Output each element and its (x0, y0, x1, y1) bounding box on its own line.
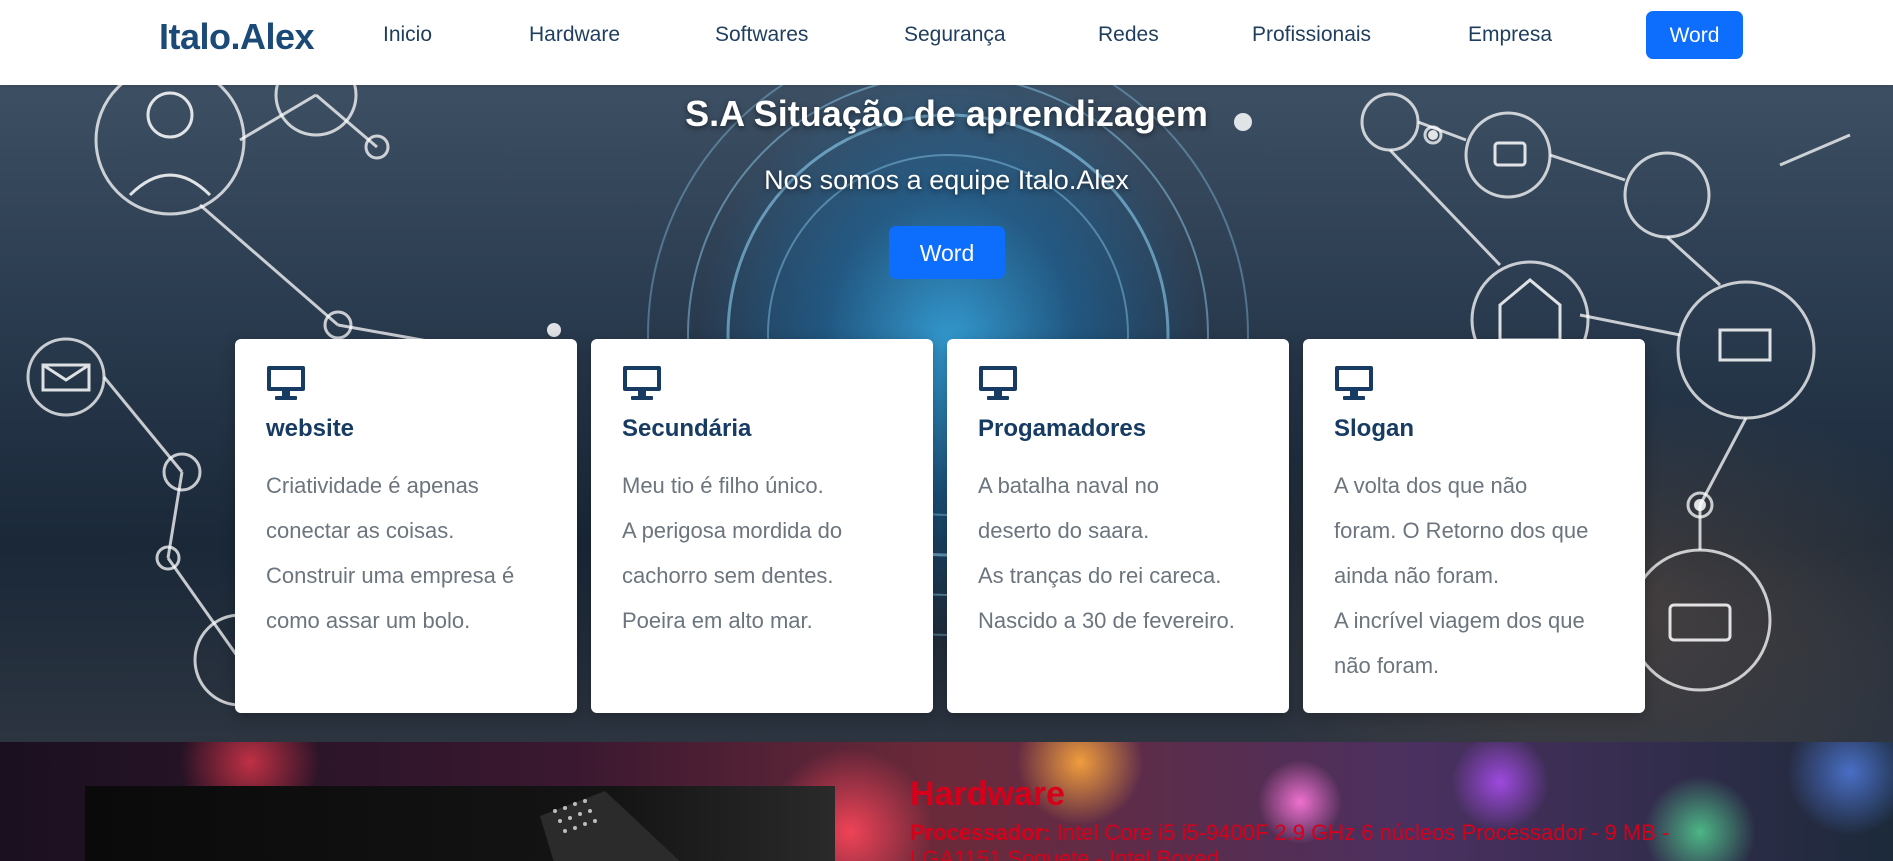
card-line: cachorro sem dentes. (622, 563, 834, 588)
card-line: Nascido a 30 de fevereiro. (978, 608, 1235, 633)
nav-link-inicio[interactable]: Inicio (383, 23, 432, 47)
feature-card-secundaria: Secundária Meu tio é filho único. A peri… (591, 339, 933, 713)
card-line: As tranças do rei careca. (978, 563, 1222, 588)
card-line: foram. O Retorno dos que (1334, 518, 1589, 543)
nav-link-softwares[interactable]: Softwares (715, 23, 808, 47)
card-title: Slogan (1334, 415, 1415, 442)
hero-section: S.A Situação de aprendizagem Nos somos a… (0, 85, 1893, 742)
card-line: Construir uma empresa é (266, 563, 515, 588)
card-line: Meu tio é filho único. (622, 473, 824, 498)
nav-word-button[interactable]: Word (1646, 11, 1743, 59)
desktop-icon (1335, 366, 1373, 400)
card-line: não foram. (1334, 653, 1440, 678)
card-line: conectar as coisas. (266, 518, 455, 543)
card-title: website (266, 415, 355, 442)
desktop-icon (267, 366, 305, 400)
hardware-spec: Processador: Intel Core i5 i5-9400F 2.9 … (910, 820, 1670, 861)
card-line: ainda não foram. (1334, 563, 1500, 588)
card-line: A batalha naval no (978, 473, 1160, 498)
desktop-icon (623, 366, 661, 400)
processor-label: Processador: (910, 820, 1051, 845)
card-text: Criatividade é apenas conectar as coisas… (266, 463, 556, 643)
card-text: A batalha naval no deserto do saara. As … (978, 463, 1268, 643)
card-title: Secundária (622, 415, 752, 442)
card-line: deserto do saara. (978, 518, 1150, 543)
card-line: como assar um bolo. (266, 608, 471, 633)
card-title: Progamadores (978, 415, 1147, 442)
nav-link-empresa[interactable]: Empresa (1468, 23, 1552, 47)
nav-link-redes[interactable]: Redes (1098, 23, 1159, 47)
hardware-image (85, 786, 835, 861)
card-line: Poeira em alto mar. (622, 608, 813, 633)
card-line: Criatividade é apenas (266, 473, 479, 498)
feature-card-slogan: Slogan A volta dos que não foram. O Reto… (1303, 339, 1645, 713)
nav-link-seguranca[interactable]: Segurança (904, 23, 1006, 47)
hero-word-button[interactable]: Word (889, 226, 1005, 279)
card-line: A incrível viagem dos que (1334, 608, 1585, 633)
feature-card-progamadores: Progamadores A batalha naval no deserto … (947, 339, 1289, 713)
hero-title: S.A Situação de aprendizagem (685, 93, 1208, 134)
hardware-title: Hardware (910, 775, 1065, 813)
card-text: Meu tio é filho único. A perigosa mordid… (622, 463, 912, 643)
navbar: Italo.Alex Inicio Hardware Softwares Seg… (0, 0, 1893, 85)
hardware-image-art (540, 791, 680, 861)
hero-subtitle: Nos somos a equipe Italo.Alex (764, 165, 1129, 195)
nav-link-profissionais[interactable]: Profissionais (1252, 23, 1371, 47)
desktop-icon (979, 366, 1017, 400)
nav-link-hardware[interactable]: Hardware (529, 23, 620, 47)
feature-card-website: website Criatividade é apenas conectar a… (235, 339, 577, 713)
card-text: A volta dos que não foram. O Retorno dos… (1334, 463, 1624, 688)
card-line: A volta dos que não (1334, 473, 1528, 498)
hardware-section: Hardware Processador: Intel Core i5 i5-9… (0, 742, 1893, 861)
brand-logo[interactable]: Italo.Alex (159, 16, 315, 58)
card-line: A perigosa mordida do (622, 518, 843, 543)
